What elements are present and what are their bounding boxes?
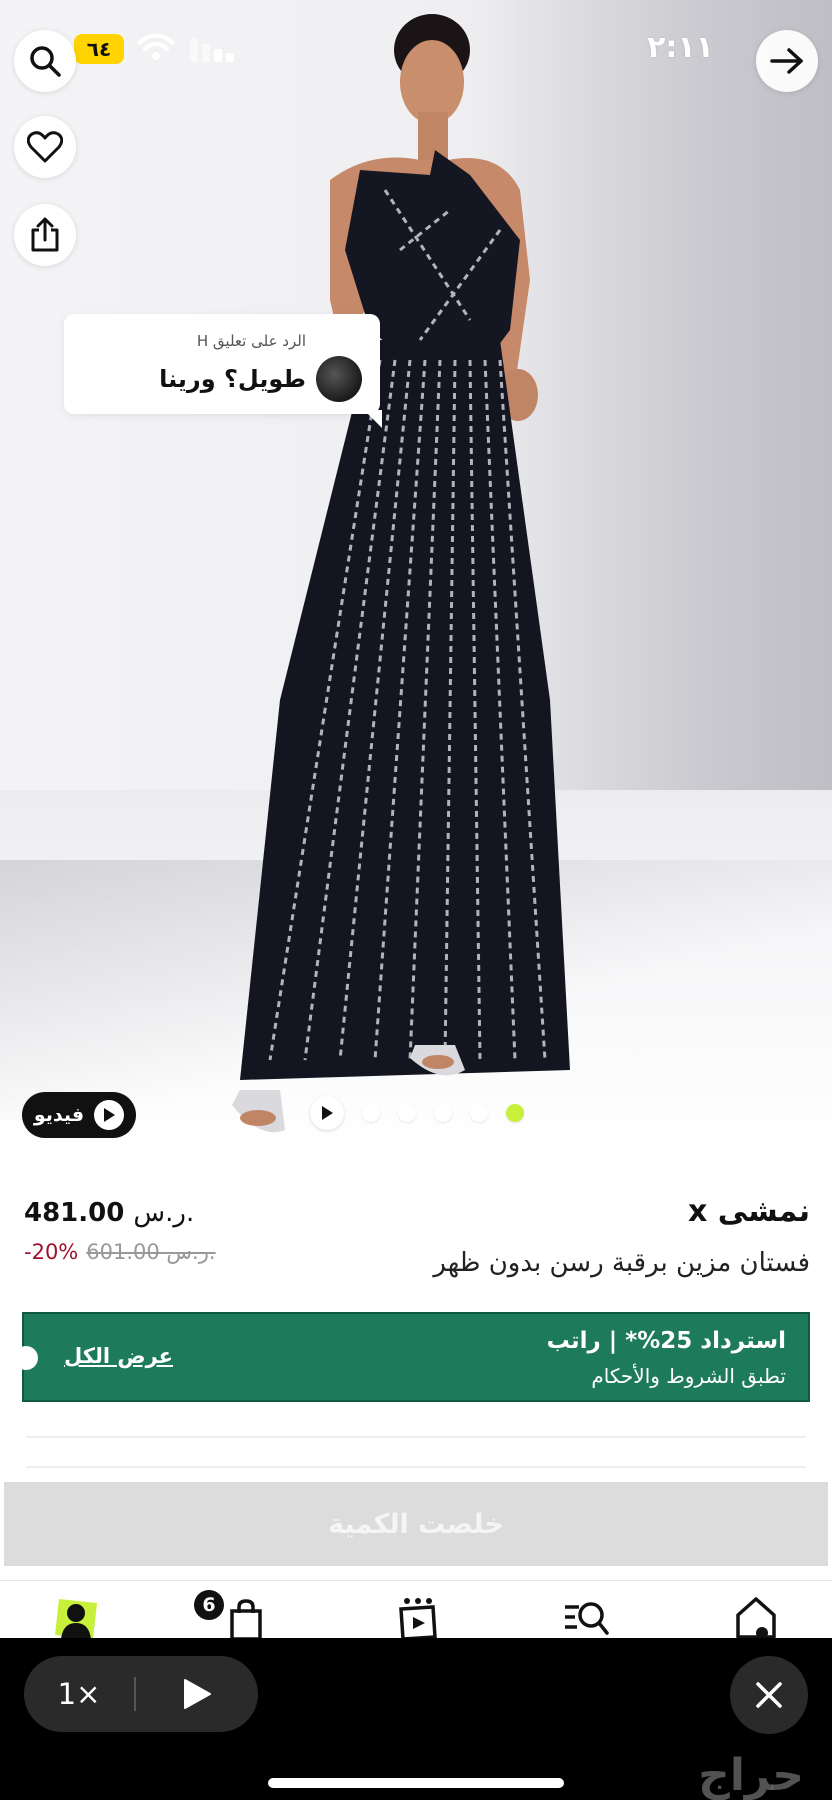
carousel-indicators bbox=[310, 1096, 524, 1130]
battery-indicator: ٦٤ bbox=[74, 34, 124, 64]
search-icon bbox=[30, 46, 61, 77]
promo-terms: تطبق الشروط والأحكام bbox=[591, 1364, 786, 1388]
divider bbox=[26, 1436, 806, 1438]
heart-icon bbox=[27, 131, 63, 163]
promo-title: استرداد 25%* | راتب bbox=[546, 1328, 786, 1354]
reply-to-label: الرد على تعليق H bbox=[196, 332, 306, 350]
discount-badge: -20% bbox=[24, 1240, 79, 1264]
cart-icon bbox=[230, 1599, 262, 1639]
nav-home[interactable] bbox=[730, 1593, 782, 1639]
playback-speed-button[interactable]: 1× bbox=[24, 1677, 134, 1711]
home-indicator[interactable] bbox=[268, 1778, 564, 1788]
play-icon bbox=[184, 1679, 211, 1709]
video-button-label: فيديو bbox=[33, 1104, 85, 1126]
share-icon bbox=[31, 217, 59, 252]
account-icon bbox=[55, 1599, 97, 1639]
price-currency: ر.س. bbox=[133, 1198, 195, 1228]
view-all-link[interactable]: عرض الكل bbox=[64, 1344, 173, 1368]
play-icon bbox=[94, 1100, 125, 1130]
status-time: ٢:١١ bbox=[647, 30, 714, 65]
nav-cart[interactable] bbox=[220, 1593, 272, 1639]
video-button[interactable]: فيديو bbox=[22, 1092, 136, 1138]
carousel-play-icon[interactable] bbox=[310, 1096, 344, 1130]
wifi-icon bbox=[137, 33, 175, 60]
comment-reply-bubble: الرد على تعليق H طويل؟ ورينا bbox=[64, 314, 382, 428]
carousel-dot[interactable] bbox=[470, 1104, 488, 1122]
wishlist-button[interactable] bbox=[14, 116, 76, 178]
search-list-icon bbox=[565, 1602, 609, 1635]
price-value: 481.00 bbox=[24, 1198, 125, 1228]
search-button[interactable] bbox=[14, 30, 76, 92]
nav-account[interactable] bbox=[50, 1593, 102, 1639]
back-button[interactable] bbox=[756, 30, 818, 92]
cellular-signal-icon bbox=[190, 38, 234, 62]
banner-notch bbox=[14, 1346, 38, 1370]
video-player-controls: 1× حراج bbox=[0, 1638, 832, 1800]
old-price-row: -20% 601.00 ر.س. bbox=[24, 1240, 216, 1264]
cashback-promo-banner[interactable]: استرداد 25%* | راتب تطبق الشروط والأحكام… bbox=[14, 1312, 810, 1402]
divider bbox=[26, 1466, 806, 1468]
commenter-avatar bbox=[316, 356, 362, 402]
home-icon bbox=[736, 1597, 776, 1639]
watermark-logo: حراج bbox=[698, 1750, 804, 1800]
carousel-dot[interactable] bbox=[398, 1104, 416, 1122]
nav-search[interactable] bbox=[560, 1593, 612, 1639]
product-title: فستان مزين برقبة رسن بدون ظهر bbox=[433, 1248, 810, 1278]
carousel-dot[interactable] bbox=[434, 1104, 452, 1122]
bottom-navigation bbox=[0, 1580, 832, 1639]
close-button[interactable] bbox=[730, 1656, 808, 1734]
carousel-dot[interactable] bbox=[362, 1104, 380, 1122]
playback-controls: 1× bbox=[24, 1656, 258, 1732]
arrow-right-icon bbox=[770, 48, 803, 74]
play-button[interactable] bbox=[136, 1678, 258, 1710]
comment-text: طويل؟ ورينا bbox=[159, 365, 306, 393]
brand-name[interactable]: نمشى x bbox=[688, 1194, 810, 1229]
carousel-dot-active[interactable] bbox=[506, 1104, 524, 1122]
product-image-carousel[interactable]: ٢:١١ ٦٤ الرد على تعليق H طويل؟ ورينا فيد… bbox=[0, 0, 832, 1158]
sold-out-button[interactable]: خلصت الكمية bbox=[4, 1482, 828, 1566]
videos-icon bbox=[399, 1598, 437, 1639]
old-price: 601.00 ر.س. bbox=[86, 1240, 216, 1264]
product-photo-model bbox=[232, 14, 570, 1133]
cart-count-badge: 6 bbox=[194, 1590, 224, 1620]
close-icon bbox=[756, 1682, 782, 1708]
current-price: 481.00 ر.س. bbox=[24, 1198, 194, 1228]
nav-videos[interactable] bbox=[392, 1593, 444, 1639]
share-button[interactable] bbox=[14, 204, 76, 266]
